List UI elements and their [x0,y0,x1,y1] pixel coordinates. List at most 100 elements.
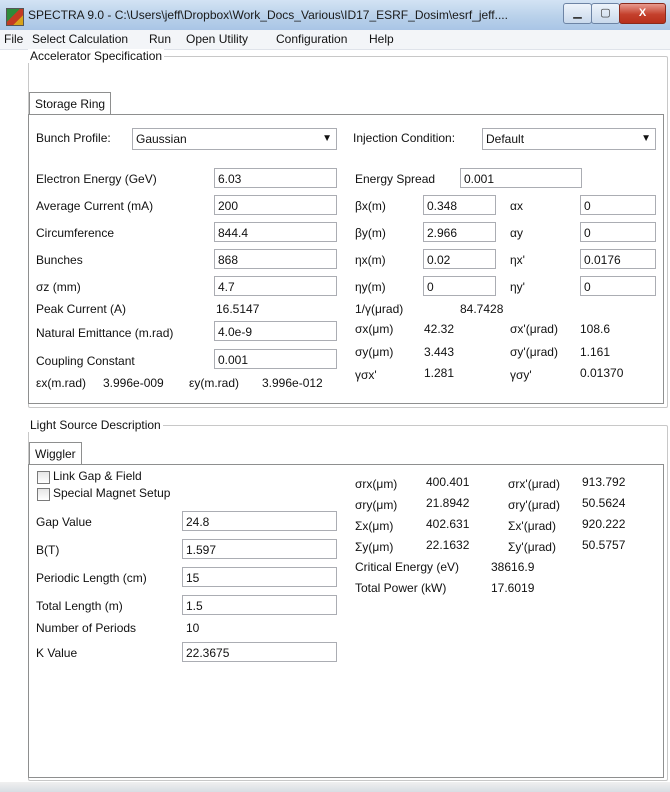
accelerator-group-label: Accelerator Specification [28,49,165,63]
peak-current-value: 16.5147 [216,302,260,316]
beta-y-field[interactable]: 2.966 [423,222,496,242]
status-bar [0,782,670,792]
k-value-field[interactable]: 22.3675 [182,642,337,662]
periodic-length-label: Periodic Length (cm) [36,571,147,585]
close-button[interactable]: X [619,3,666,24]
sigma-y-prime-label: σy'(μrad) [510,345,558,359]
number-of-periods-label: Number of Periods [36,621,137,635]
electron-energy-label: Electron Energy (GeV) [36,172,157,186]
eta-x-prime-label: ηx' [510,253,525,267]
sigma-z-field[interactable]: 4.7 [214,276,337,296]
maximize-button[interactable]: ▢ [591,3,620,24]
window-title: SPECTRA 9.0 - C:\Users\jeff\Dropbox\Work… [28,8,508,22]
peak-current-label: Peak Current (A) [36,302,127,316]
critical-energy-label: Critical Energy (eV) [355,560,460,574]
eta-y-field[interactable]: 0 [423,276,496,296]
total-length-label: Total Length (m) [36,599,123,613]
k-value-label: K Value [36,646,78,660]
total-power-label: Total Power (kW) [355,581,447,595]
menu-file[interactable]: File [4,32,23,46]
total-length-field[interactable]: 1.5 [182,595,337,615]
coupling-constant-label: Coupling Constant [36,354,135,368]
eta-y-prime-field[interactable]: 0 [580,276,656,296]
average-current-field[interactable]: 200 [214,195,337,215]
natural-emittance-field[interactable]: 4.0e-9 [214,321,337,341]
title-bar[interactable]: SPECTRA 9.0 - C:\Users\jeff\Dropbox\Work… [0,0,670,31]
bunch-profile-select[interactable]: Gaussian ▼ [132,128,337,150]
gamma-sigma-x-prime-label: γσx' [355,368,377,382]
eta-y-prime-label: ηy' [510,280,525,294]
emittance-y-label: εy(m.rad) [189,376,240,390]
emittance-y-value: 3.996e-012 [262,376,323,390]
electron-energy-field[interactable]: 6.03 [214,168,337,188]
menu-select-calculation[interactable]: Select Calculation [32,32,128,46]
beta-x-field[interactable]: 0.348 [423,195,496,215]
cap-sigma-x-value: 402.631 [426,517,470,531]
menu-configuration[interactable]: Configuration [276,32,347,46]
app-icon [6,8,24,26]
special-magnet-setup-label: Special Magnet Setup [53,486,171,500]
menu-help[interactable]: Help [369,32,394,46]
sigma-rx-value: 400.401 [426,475,470,489]
sigma-x-prime-value: 108.6 [580,322,611,336]
sigma-ry-label: σry(μm) [355,498,398,512]
bunch-profile-value: Gaussian [136,132,187,146]
gap-value-field[interactable]: 24.8 [182,511,337,531]
circumference-field[interactable]: 844.4 [214,222,337,242]
sigma-rx-prime-label: σrx'(μrad) [508,477,560,491]
gamma-inverse-label: 1/γ(μrad) [355,302,404,316]
bunches-label: Bunches [36,253,83,267]
menu-open-utility[interactable]: Open Utility [186,32,248,46]
coupling-constant-field[interactable]: 0.001 [214,349,337,369]
bunches-field[interactable]: 868 [214,249,337,269]
chevron-down-icon: ▼ [641,133,651,144]
injection-condition-value: Default [486,132,525,146]
eta-x-prime-field[interactable]: 0.0176 [580,249,656,269]
special-magnet-setup-checkbox[interactable] [37,488,50,501]
sigma-x-label: σx(μm) [355,322,394,336]
sigma-x-value: 42.32 [424,322,455,336]
b-field-field[interactable]: 1.597 [182,539,337,559]
cap-sigma-x-label: Σx(μm) [355,519,394,533]
link-gap-field-label: Link Gap & Field [53,469,142,483]
link-gap-field-checkbox[interactable] [37,471,50,484]
sigma-y-label: σy(μm) [355,345,394,359]
menu-bar: File Select Calculation Run Open Utility… [0,30,670,50]
sigma-x-prime-label: σx'(μrad) [510,322,558,336]
close-icon: X [638,7,647,19]
eta-x-label: ηx(m) [355,253,386,267]
gamma-sigma-y-prime-label: γσy' [510,368,532,382]
sigma-z-label: σz (mm) [36,280,81,294]
natural-emittance-label: Natural Emittance (m.rad) [36,326,174,340]
periodic-length-field[interactable]: 15 [182,567,337,587]
energy-spread-field[interactable]: 0.001 [460,168,582,188]
gamma-sigma-x-prime-value: 1.281 [424,366,455,380]
menu-run[interactable]: Run [149,32,171,46]
sigma-ry-prime-label: σry'(μrad) [508,498,560,512]
energy-spread-label: Energy Spread [355,172,436,186]
alpha-x-field[interactable]: 0 [580,195,656,215]
emittance-x-value: 3.996e-009 [103,376,164,390]
alpha-y-field[interactable]: 0 [580,222,656,242]
chevron-down-icon: ▼ [322,133,332,144]
total-power-value: 17.6019 [491,581,535,595]
b-field-label: B(T) [36,543,60,557]
injection-condition-select[interactable]: Default ▼ [482,128,656,150]
sigma-ry-prime-value: 50.5624 [582,496,626,510]
cap-sigma-x-prime-value: 920.222 [582,517,626,531]
cap-sigma-y-prime-label: Σy'(μrad) [508,540,556,554]
tab-wiggler[interactable]: Wiggler [29,442,82,465]
tab-storage-ring[interactable]: Storage Ring [29,92,112,115]
sigma-rx-label: σrx(μm) [355,477,398,491]
alpha-x-label: αx [510,199,523,213]
gap-value-label: Gap Value [36,515,92,529]
bunch-profile-label: Bunch Profile: [36,131,111,145]
gamma-inverse-value: 84.7428 [460,302,504,316]
injection-condition-label: Injection Condition: [353,131,456,145]
number-of-periods-value: 10 [186,621,200,635]
eta-x-field[interactable]: 0.02 [423,249,496,269]
sigma-rx-prime-value: 913.792 [582,475,626,489]
sigma-y-value: 3.443 [424,345,455,359]
minimize-button[interactable]: ▁ [563,3,592,24]
beta-x-label: βx(m) [355,199,386,213]
